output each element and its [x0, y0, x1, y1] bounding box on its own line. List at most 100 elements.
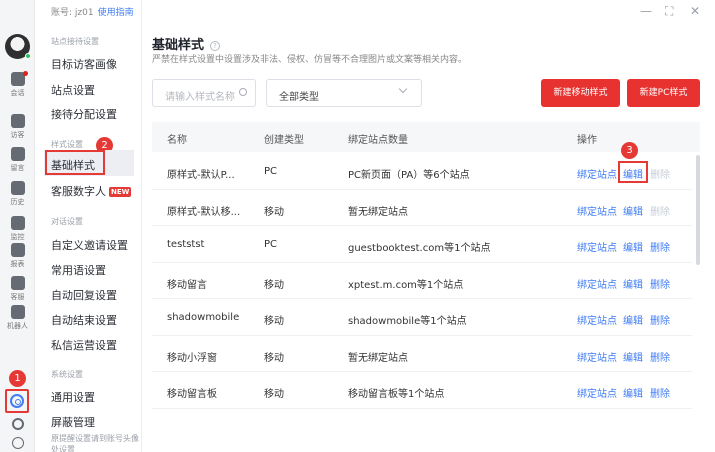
- rail-item-robot[interactable]: 机器人: [0, 305, 35, 331]
- sidebar-item-phrases[interactable]: 常用语设置: [51, 262, 106, 278]
- table-row-divider: [152, 408, 692, 409]
- visitors-icon: [10, 114, 25, 128]
- message-icon: [10, 147, 25, 161]
- col-type: 创建类型: [264, 135, 304, 146]
- rail-item-history[interactable]: 历史: [0, 181, 35, 207]
- table-row-divider: [152, 189, 692, 190]
- rail-item-visitors[interactable]: 访客: [0, 114, 35, 140]
- sidebar-item-digital-human[interactable]: 客服数字人 NEW: [51, 183, 132, 199]
- bind-site-link[interactable]: 绑定站点: [577, 239, 617, 254]
- maximize-button[interactable]: ⛶: [665, 4, 673, 19]
- page-title-text: 基础样式: [152, 38, 205, 53]
- new-mobile-style-button[interactable]: 新建移动样式: [541, 79, 620, 107]
- sidebar-item-site-settings[interactable]: 站点设置: [51, 82, 95, 98]
- step-badge-3: 3: [621, 142, 638, 159]
- sidebar-item-block[interactable]: 屏蔽管理: [51, 414, 95, 430]
- bind-site-link[interactable]: 绑定站点: [577, 385, 617, 400]
- search-icon: [239, 88, 247, 96]
- cell-type: PC: [264, 166, 278, 177]
- bind-site-link[interactable]: 绑定站点: [577, 276, 617, 291]
- settings-icon[interactable]: [10, 394, 24, 408]
- edit-link[interactable]: 编辑: [623, 203, 643, 218]
- table-row-divider: [152, 371, 692, 372]
- group-dialog: 对话设置: [51, 217, 83, 226]
- delete-link[interactable]: 删除: [650, 239, 670, 254]
- rail-item-more[interactable]: [0, 437, 35, 449]
- rail-item-chat[interactable]: 会话: [0, 72, 35, 98]
- bind-site-link[interactable]: 绑定站点: [577, 166, 617, 181]
- rail-item-monitor[interactable]: 监控: [0, 216, 35, 242]
- rail-item-label: 报表: [10, 260, 25, 268]
- more-icon: [11, 437, 24, 449]
- headset-icon: [11, 418, 24, 430]
- cell-sites: 暂无绑定站点: [348, 353, 408, 364]
- history-icon: [10, 181, 25, 195]
- cell-type: PC: [264, 239, 278, 250]
- bind-site-link[interactable]: 绑定站点: [577, 349, 617, 364]
- digital-human-label: 客服数字人: [51, 185, 106, 198]
- sidebar-item-auto-reply[interactable]: 自动回复设置: [51, 287, 117, 303]
- delete-link[interactable]: 删除: [650, 312, 670, 327]
- rail-item-label: 会话: [10, 89, 25, 97]
- table-scrollbar[interactable]: [696, 155, 700, 265]
- close-button[interactable]: ✕: [690, 4, 700, 18]
- help-icon[interactable]: ?: [210, 41, 221, 51]
- edit-link[interactable]: 编辑: [623, 239, 643, 254]
- account-info: 账号: jz01 使用指南: [51, 5, 134, 18]
- minimize-button[interactable]: —: [640, 4, 652, 18]
- edit-link[interactable]: 编辑: [623, 349, 643, 364]
- rail-item-label: 机器人: [7, 322, 28, 330]
- cell-name: 原样式-默认移...: [167, 207, 241, 218]
- bind-site-link[interactable]: 绑定站点: [577, 312, 617, 327]
- cell-name: 原样式-默认P...: [167, 170, 235, 181]
- col-actions: 操作: [577, 135, 597, 146]
- cell-name: 移动小浮窗: [167, 353, 217, 364]
- rail-item-label: 监控: [10, 233, 25, 241]
- cell-name: teststst: [167, 239, 205, 250]
- delete-link[interactable]: 删除: [650, 276, 670, 291]
- agent-icon: [10, 276, 25, 290]
- cell-type: 移动: [264, 207, 284, 218]
- cell-sites: guestbooktest.com等1个站点: [348, 243, 491, 254]
- sidebar-item-private[interactable]: 私信运营设置: [51, 337, 117, 353]
- report-icon: [10, 243, 25, 257]
- sidebar-item-reception[interactable]: 接待分配设置: [51, 106, 117, 122]
- sidebar-item-target-portrait[interactable]: 目标访客画像: [51, 56, 117, 72]
- rail-item-report[interactable]: 报表: [0, 243, 35, 269]
- cell-sites: 移动留言板等1个站点: [348, 389, 445, 400]
- rail-item-label: 客服: [10, 293, 25, 301]
- group-style: 样式设置: [51, 140, 83, 149]
- edit-link[interactable]: 编辑: [623, 312, 643, 327]
- table-row-divider: [152, 335, 692, 336]
- rail-item-label: 访客: [10, 131, 25, 139]
- sidebar-item-auto-end[interactable]: 自动结束设置: [51, 312, 117, 328]
- rail-item-agent[interactable]: 客服: [0, 276, 35, 302]
- basic-style-highlight-box: [45, 150, 105, 175]
- delete-link[interactable]: 删除: [650, 166, 670, 181]
- type-select[interactable]: 全部类型: [266, 79, 422, 107]
- unread-dot: [23, 71, 28, 76]
- bind-site-link[interactable]: 绑定站点: [577, 203, 617, 218]
- cell-name: 移动留言板: [167, 389, 217, 400]
- sidebar-item-general[interactable]: 通用设置: [51, 389, 95, 405]
- col-sites: 绑定站点数量: [348, 135, 408, 146]
- delete-link[interactable]: 删除: [650, 349, 670, 364]
- sidebar-item-invite[interactable]: 自定义邀请设置: [51, 237, 128, 253]
- online-status-dot: [25, 53, 31, 59]
- guide-link[interactable]: 使用指南: [98, 8, 134, 18]
- new-badge: NEW: [109, 187, 132, 197]
- rail-item-message[interactable]: 留言: [0, 147, 35, 173]
- edit-highlight-box: [618, 161, 648, 183]
- table-row-divider: [152, 225, 692, 226]
- account-label: 账号: jz01: [51, 8, 94, 18]
- edit-link[interactable]: 编辑: [623, 276, 643, 291]
- rail-item-headset[interactable]: [0, 418, 35, 430]
- table-row-divider: [152, 262, 692, 263]
- new-pc-style-button[interactable]: 新建PC样式: [627, 79, 700, 107]
- edit-link[interactable]: 编辑: [623, 385, 643, 400]
- rail-item-label: 留言: [10, 164, 25, 172]
- sidebar-reminder-text: 原提醒设置请到账号头像处设置: [51, 434, 139, 452]
- delete-link[interactable]: 删除: [650, 203, 670, 218]
- delete-link[interactable]: 删除: [650, 385, 670, 400]
- cell-name: shadowmobile: [167, 312, 240, 323]
